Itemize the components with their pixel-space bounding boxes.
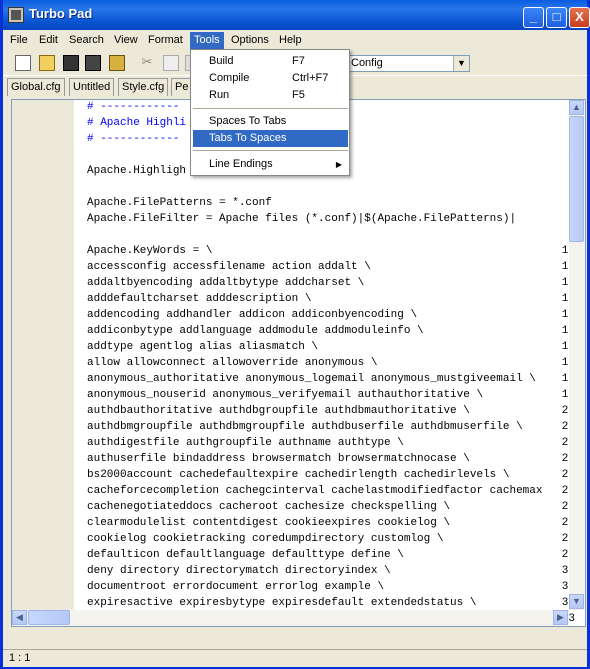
tab-style-cfg[interactable]: Style.cfg <box>118 78 169 96</box>
minimize-button[interactable]: _ <box>523 7 544 28</box>
code-line[interactable]: # Apache Highli <box>87 117 186 129</box>
menu-item-label: Run <box>209 89 230 101</box>
menu-item-build[interactable]: Build F7 <box>193 53 348 70</box>
code-line[interactable]: Apache.Highligh <box>87 165 186 177</box>
code-line[interactable]: cookielog cookietracking coredumpdirecto… <box>87 533 443 545</box>
code-line[interactable]: cachenegotiateddocs cacheroot cachesize … <box>87 501 450 513</box>
menu-options[interactable]: Options <box>227 32 273 49</box>
menu-file[interactable]: File <box>6 32 32 49</box>
window-title: Turbo Pad <box>29 6 93 21</box>
code-line[interactable]: anonymous_nouserid anonymous_verifyemail… <box>87 389 483 401</box>
tab-global-cfg[interactable]: Global.cfg <box>7 78 65 96</box>
code-line[interactable]: addtype agentlog alias aliasmatch \ <box>87 341 318 353</box>
horizontal-scroll-thumb[interactable] <box>28 610 70 625</box>
code-line[interactable]: Apache.KeyWords = \ <box>87 245 212 257</box>
code-editor[interactable]: 1# ------------2# Apache Highli3# ------… <box>11 99 586 627</box>
menu-item-shortcut: Ctrl+F7 <box>292 72 329 84</box>
code-line[interactable]: authdigestfile authgroupfile authname au… <box>87 437 404 449</box>
app-icon[interactable] <box>8 7 24 23</box>
vertical-scrollbar[interactable]: ▲ ▼ <box>569 100 585 610</box>
scroll-down-button[interactable]: ▼ <box>569 594 584 609</box>
menu-edit[interactable]: Edit <box>35 32 62 49</box>
code-line[interactable]: allow allowconnect allowoverride anonymo… <box>87 357 377 369</box>
code-line[interactable]: bs2000account cachedefaultexpire cachedi… <box>87 469 509 481</box>
menu-separator <box>193 108 348 109</box>
menu-view[interactable]: View <box>110 32 142 49</box>
open-icon[interactable] <box>109 55 125 71</box>
menu-item-shortcut: F7 <box>292 55 305 67</box>
save-icon[interactable] <box>63 55 79 71</box>
cut-icon[interactable]: ✂ <box>139 55 155 71</box>
code-line[interactable]: addencoding addhandler addicon addiconby… <box>87 309 417 321</box>
scroll-up-button[interactable]: ▲ <box>569 100 584 115</box>
menu-item-label: Compile <box>209 72 250 84</box>
menu-help[interactable]: Help <box>275 32 306 49</box>
copy-icon[interactable] <box>163 55 179 71</box>
resize-grip-icon[interactable] <box>575 655 587 667</box>
horizontal-scrollbar[interactable]: ◀ ▶ <box>12 610 569 626</box>
code-line[interactable]: authdbmgroupfile authdbmgroupfile authdb… <box>87 421 523 433</box>
config-combo[interactable]: Config ▼ <box>346 55 470 72</box>
menu-item-label: Build <box>209 55 234 67</box>
submenu-arrow-icon: ▶ <box>335 160 342 169</box>
close-button[interactable]: X <box>569 7 590 28</box>
menu-item-spaces-to-tabs[interactable]: Spaces To Tabs <box>193 113 348 130</box>
save-all-icon[interactable] <box>85 55 101 71</box>
code-line[interactable]: clearmodulelist contentdigest cookieexpi… <box>87 517 450 529</box>
code-line[interactable]: Apache.FileFilter = Apache files (*.conf… <box>87 213 516 225</box>
new-file-icon[interactable] <box>15 55 31 71</box>
open-folder-icon[interactable] <box>39 55 55 71</box>
menu-search[interactable]: Search <box>65 32 108 49</box>
menu-item-tabs-to-spaces[interactable]: Tabs To Spaces <box>193 130 348 147</box>
menu-item-compile[interactable]: Compile Ctrl+F7 <box>193 70 348 87</box>
menu-item-shortcut: F5 <box>292 89 305 101</box>
title-bar[interactable]: Turbo Pad _ □ X <box>3 0 590 30</box>
code-line[interactable]: anonymous_authoritative anonymous_logema… <box>87 373 536 385</box>
menu-tools[interactable]: Tools <box>190 32 224 49</box>
menu-bar: File Edit Search View Format Tools Optio… <box>3 30 587 50</box>
tab-untitled[interactable]: Untitled <box>69 78 115 96</box>
menu-item-label: Line Endings <box>209 158 273 170</box>
code-line[interactable]: addiconbytype addlanguage addmodule addm… <box>87 325 424 337</box>
menu-item-run[interactable]: Run F5 <box>193 87 348 104</box>
menu-item-line-endings[interactable]: Line Endings ▶ <box>193 156 348 173</box>
cursor-position: 1 : 1 <box>9 652 31 664</box>
code-line[interactable]: addaltbyencoding addaltbytype addcharset… <box>87 277 364 289</box>
menu-format[interactable]: Format <box>144 32 187 49</box>
code-line[interactable]: defaulticon defaultlanguage defaulttype … <box>87 549 404 561</box>
status-bar: 1 : 1 <box>3 649 587 667</box>
code-line[interactable]: expiresactive expiresbytype expiresdefau… <box>87 597 476 609</box>
scroll-right-button[interactable]: ▶ <box>553 610 568 625</box>
main-window: Turbo Pad _ □ X File Edit Search View Fo… <box>0 0 590 669</box>
code-line[interactable]: authuserfile bindaddress browsermatch br… <box>87 453 470 465</box>
code-line[interactable]: cacheforcecompletion cachegcinterval cac… <box>87 485 542 497</box>
menu-item-label: Spaces To Tabs <box>209 115 287 127</box>
menu-item-label: Tabs To Spaces <box>209 132 287 144</box>
code-line[interactable]: adddefaultcharset adddescription \ <box>87 293 311 305</box>
code-line[interactable]: documentroot errordocument errorlog exam… <box>87 581 384 593</box>
code-line[interactable]: deny directory directorymatch directoryi… <box>87 565 391 577</box>
chevron-down-icon[interactable]: ▼ <box>453 56 469 71</box>
config-combo-value: Config <box>351 57 383 69</box>
menu-separator <box>193 150 348 151</box>
code-line[interactable]: # ------------ <box>87 101 179 113</box>
code-line[interactable]: # ------------ <box>87 133 179 145</box>
code-line[interactable]: authdbauthoritative authdbgroupfile auth… <box>87 405 470 417</box>
scroll-left-button[interactable]: ◀ <box>12 610 27 625</box>
code-line[interactable]: Apache.FilePatterns = *.conf <box>87 197 272 209</box>
tools-dropdown-menu: Build F7 Compile Ctrl+F7 Run F5 Spaces T… <box>190 49 350 176</box>
line-number-gutter <box>12 100 74 626</box>
code-line[interactable]: accessconfig accessfilename action addal… <box>87 261 371 273</box>
maximize-button[interactable]: □ <box>546 7 567 28</box>
vertical-scroll-thumb[interactable] <box>569 116 584 242</box>
